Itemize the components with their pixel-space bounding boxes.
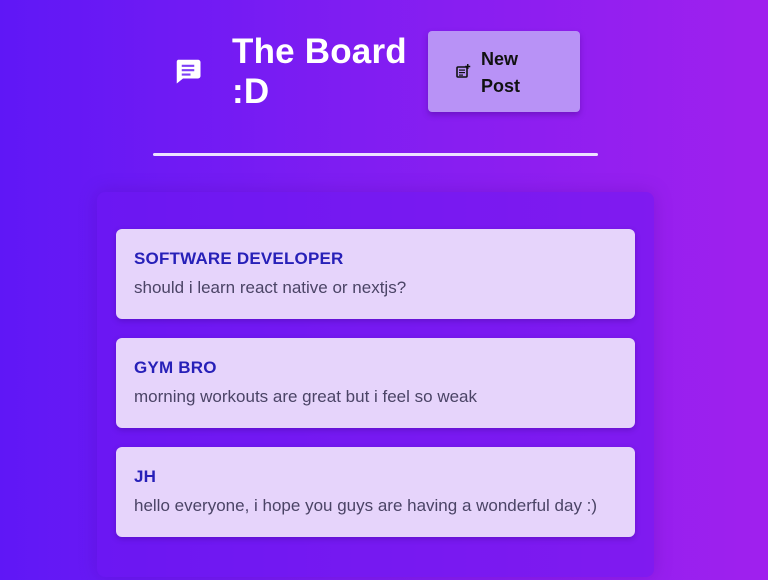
new-post-button[interactable]: New Post bbox=[428, 31, 580, 112]
post-author: GYM BRO bbox=[134, 358, 217, 377]
post-body: should i learn react native or nextjs? bbox=[134, 278, 407, 297]
header-divider bbox=[153, 153, 598, 156]
post-body: morning workouts are great but i feel so… bbox=[134, 387, 478, 406]
post-card-gym-bro[interactable]: GYM BRO morning workouts are great but i… bbox=[116, 338, 635, 428]
post-card-jh[interactable]: JH hello everyone, i hope you guys are h… bbox=[116, 447, 635, 537]
new-post-label: New Post bbox=[481, 49, 521, 96]
new-post-icon bbox=[456, 64, 471, 78]
header: The Board :D New Post bbox=[0, 0, 768, 160]
posts-panel: SOFTWARE DEVELOPER should i learn react … bbox=[97, 192, 654, 577]
page-title: The Board :D bbox=[232, 32, 407, 111]
post-body: hello everyone, i hope you guys are havi… bbox=[134, 496, 598, 515]
post-card-software-developer[interactable]: SOFTWARE DEVELOPER should i learn react … bbox=[116, 229, 635, 319]
message-icon bbox=[176, 59, 201, 84]
post-author: SOFTWARE DEVELOPER bbox=[134, 249, 344, 268]
post-author: JH bbox=[134, 467, 157, 486]
